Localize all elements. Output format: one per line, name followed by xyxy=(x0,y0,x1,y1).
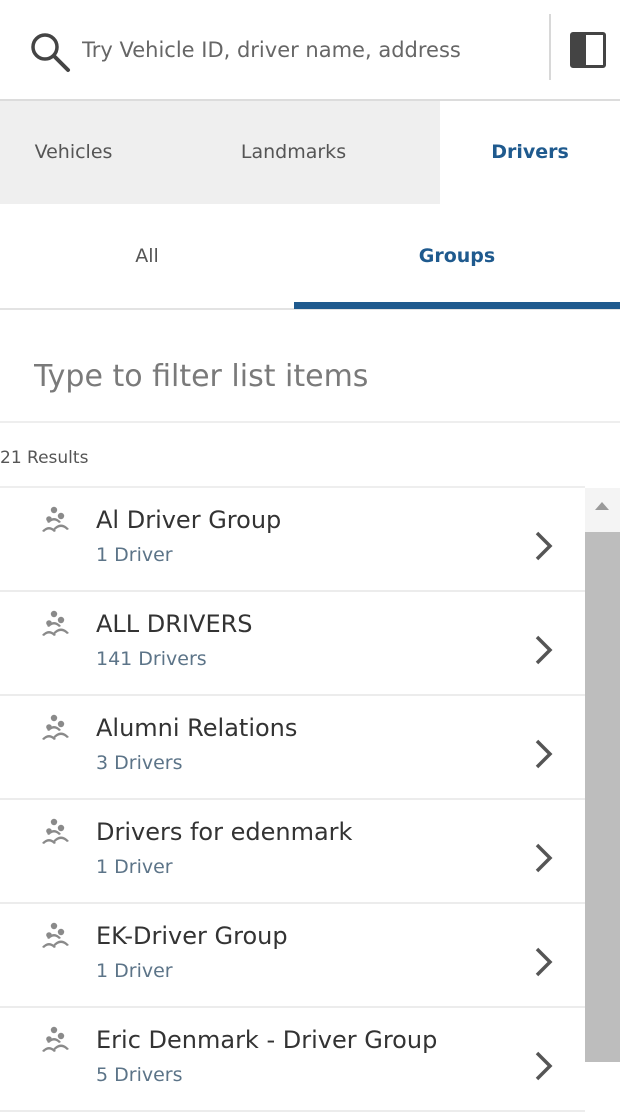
list-item[interactable]: Eric Denmark - Driver Group 5 Drivers xyxy=(0,1008,585,1112)
driver-group-icon xyxy=(42,714,69,740)
list-item[interactable]: Drivers for edenmark 1 Driver xyxy=(0,800,585,904)
group-driver-count: 3 Drivers xyxy=(96,752,183,774)
list-item[interactable]: Alumni Relations 3 Drivers xyxy=(0,696,585,800)
filter-input[interactable] xyxy=(34,348,594,404)
toolbar-divider xyxy=(549,14,551,80)
tab-vehicles[interactable]: Vehicles xyxy=(0,101,147,204)
group-name: Alumni Relations xyxy=(96,714,298,742)
driver-group-icon xyxy=(42,610,69,636)
group-driver-count: 1 Driver xyxy=(96,960,173,982)
group-name: Al Driver Group xyxy=(96,506,282,534)
tab-groups[interactable]: Groups xyxy=(294,204,620,308)
list-item[interactable]: Al Driver Group 1 Driver xyxy=(0,488,585,592)
sub-tabs: All Groups xyxy=(0,204,620,310)
group-driver-count: 5 Drivers xyxy=(96,1064,183,1086)
search-icon[interactable] xyxy=(28,30,74,76)
list-scrollbar[interactable] xyxy=(585,488,620,1062)
results-count: 21 Results xyxy=(0,448,89,468)
group-name: ALL DRIVERS xyxy=(96,610,253,638)
group-list: Al Driver Group 1 Driver ALL DRIVERS 141… xyxy=(0,488,585,1112)
driver-group-icon xyxy=(42,506,69,532)
main-tabs: Vehicles Landmarks Drivers xyxy=(0,101,620,204)
group-name: Eric Denmark - Driver Group xyxy=(96,1026,438,1054)
list-item[interactable]: ALL DRIVERS 141 Drivers xyxy=(0,592,585,696)
tab-all[interactable]: All xyxy=(0,204,294,308)
tab-landmarks[interactable]: Landmarks xyxy=(147,101,440,204)
chevron-right-icon[interactable] xyxy=(532,1048,556,1084)
chevron-right-icon[interactable] xyxy=(532,736,556,772)
group-name: EK-Driver Group xyxy=(96,922,288,950)
group-name: Drivers for edenmark xyxy=(96,818,353,846)
group-driver-count: 141 Drivers xyxy=(96,648,207,670)
search-bar xyxy=(0,0,620,101)
chevron-right-icon[interactable] xyxy=(532,944,556,980)
group-driver-count: 1 Driver xyxy=(96,856,173,878)
group-driver-count: 1 Driver xyxy=(96,544,173,566)
scroll-up-arrow-icon[interactable] xyxy=(595,502,609,510)
panel-toggle-icon[interactable] xyxy=(570,32,606,68)
list-item[interactable]: EK-Driver Group 1 Driver xyxy=(0,904,585,1008)
search-input[interactable] xyxy=(82,30,542,70)
filter-divider xyxy=(0,421,620,423)
chevron-right-icon[interactable] xyxy=(532,632,556,668)
chevron-right-icon[interactable] xyxy=(532,840,556,876)
driver-group-icon xyxy=(42,818,69,844)
driver-group-icon xyxy=(42,1026,69,1052)
scrollbar-thumb[interactable] xyxy=(585,532,620,1062)
driver-group-icon xyxy=(42,922,69,948)
active-tab-indicator xyxy=(294,302,620,309)
tab-drivers[interactable]: Drivers xyxy=(440,101,620,204)
chevron-right-icon[interactable] xyxy=(532,528,556,564)
